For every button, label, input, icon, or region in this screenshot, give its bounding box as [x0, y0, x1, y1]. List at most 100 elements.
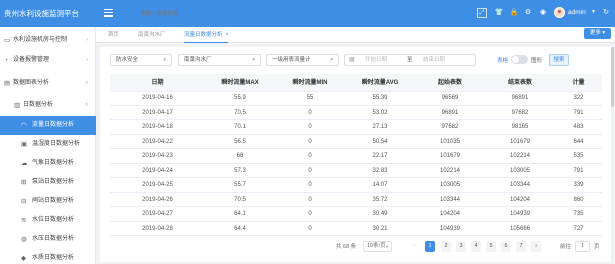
sidebar-item-label: 气象日数据分析 — [32, 160, 75, 166]
page-button[interactable]: 4 — [471, 241, 481, 252]
table-row[interactable]: 2019-04-24 57.3 0 32.83 102214 103005 791 — [110, 165, 602, 178]
avatar[interactable] — [554, 7, 565, 18]
monitor-icon: ▭ — [4, 37, 11, 44]
sidebar-item-alarm[interactable]: ◔ 设备报警管理 › — [0, 51, 96, 70]
table-row[interactable]: 2019-04-26 70.5 0 35.72 103344 104204 860 — [110, 194, 602, 207]
table-cell: 96891 — [511, 95, 529, 101]
chart-mode-label[interactable]: 图形 — [531, 56, 542, 64]
column-header: 起始表数 — [437, 80, 462, 86]
chevron-down-icon[interactable]: ▼ — [591, 9, 596, 15]
column-header: 瞬时流量AVG — [361, 80, 399, 86]
table-cell: 0 — [308, 153, 312, 159]
table-cell: 30.49 — [372, 211, 388, 217]
sidebar-item-label: 水质日数据分析 — [32, 255, 75, 261]
date-range-picker[interactable]: ▦ 开始日期 至 结束日期 — [344, 54, 476, 66]
table-row[interactable]: 2019-04-28 64.4 0 30.21 104939 105666 727 — [110, 223, 602, 236]
table-cell: 2019-04-28 — [142, 225, 173, 232]
table-cell: 97682 — [511, 109, 529, 116]
plant-value: 南黄沟水厂 — [184, 57, 212, 63]
prev-page-button[interactable]: ‹ — [409, 241, 419, 252]
category-select[interactable]: 防水安全 ▼ — [110, 54, 172, 66]
tab-flow-daily[interactable]: 流量日数据分析 × — [184, 27, 229, 43]
date-start[interactable]: 开始日期 — [365, 55, 387, 65]
table-mode-label[interactable]: 表格 — [497, 56, 508, 64]
sidebar-item-data-analysis[interactable]: ▤ 数据图表分析 ˄ — [0, 74, 96, 93]
user-name[interactable]: admin — [568, 9, 586, 16]
table-row[interactable]: 2019-04-18 70.1 0 27.13 97682 98165 483 — [110, 121, 602, 135]
scrollbar[interactable] — [611, 47, 614, 107]
sidebar-item-gate-daily[interactable]: ⊟ 闸站日数据分析 — [0, 192, 96, 211]
table-row[interactable]: 2019-04-25 55.7 0 14.07 103005 103344 339 — [110, 179, 602, 193]
table-cell: 50.54 — [372, 138, 388, 145]
more-button[interactable]: 更多 ▾ — [584, 28, 611, 39]
table-cell: 55.39 — [372, 95, 388, 101]
sidebar-item-label: 水压日数据分析 — [32, 236, 75, 242]
page-button[interactable]: 1 — [425, 241, 435, 252]
sidebar-item-label: 闸站日数据分析 — [32, 198, 75, 204]
sidebar-item-flow-daily[interactable]: ◠ 流量日数据分析 — [0, 116, 96, 135]
sidebar-item-water-level-daily[interactable]: ≋ 水位日数据分析 — [0, 211, 96, 230]
goto-page-input[interactable]: 1 — [575, 241, 590, 252]
table-cell: 35.72 — [372, 196, 388, 203]
sidebar-item-label: 泵站日数据分析 — [32, 179, 75, 185]
gear-icon[interactable]: ⚙ — [523, 8, 533, 18]
table-cell: 57.3 — [234, 167, 246, 174]
total-count: 共 68 条 — [336, 244, 357, 250]
sidebar-item-facility-control[interactable]: ▭ 水利设施机房与控制 › — [0, 31, 96, 50]
close-icon[interactable]: × — [226, 32, 229, 38]
page-size-select[interactable]: 10条/页 ▼ — [363, 241, 392, 252]
view-toggle[interactable] — [511, 55, 528, 64]
sidebar-item-water-quality-daily[interactable]: ◆ 水质日数据分析 — [0, 249, 96, 264]
sidebar-item-daily-analysis[interactable]: ▥ 日数据分析 ˄ — [0, 96, 96, 115]
page-button[interactable]: 2 — [441, 241, 451, 252]
table-cell: 105666 — [509, 225, 531, 232]
refresh-icon[interactable]: ↻ — [601, 8, 611, 18]
hamburger-icon[interactable] — [104, 7, 113, 19]
table-cell: 98165 — [511, 124, 529, 130]
chevron-down-icon: ▼ — [329, 57, 334, 62]
content-panel: 防水安全 ▼ 南黄沟水厂 ▼ 一级用表流量计 ▼ ▦ 开始日期 至 结束日期 表… — [100, 47, 611, 262]
plant-select[interactable]: 南黄沟水厂 ▼ — [178, 54, 261, 66]
table-cell: 0 — [308, 225, 312, 232]
sidebar-item-water-pressure-daily[interactable]: ◍ 水压日数据分析 — [0, 230, 96, 249]
table-cell: 30.21 — [372, 225, 388, 232]
page-button[interactable]: 7 — [516, 241, 526, 252]
table-row[interactable]: 2019-04-16 55.9 55 55.39 96569 96891 322 — [110, 92, 602, 106]
column-header: 计量 — [572, 80, 585, 86]
page-button[interactable]: 5 — [486, 241, 496, 252]
table-cell: 22.17 — [372, 153, 388, 159]
sidebar-item-pump-daily[interactable]: ⊞ 泵站日数据分析 — [0, 173, 96, 192]
sidebar-item-temp-humidity-daily[interactable]: ▣ 温湿度日数据分析 — [0, 135, 96, 154]
table-cell: 2019-04-25 — [142, 182, 173, 188]
calendar-icon: ▦ — [349, 57, 355, 63]
search-button[interactable]: 搜索 — [549, 54, 569, 66]
table-cell: 2019-04-18 — [142, 124, 173, 130]
tab-home[interactable]: 首页 — [108, 27, 119, 43]
table-row[interactable]: 2019-04-17 70.5 0 53.02 96891 97682 791 — [110, 107, 602, 120]
tab-plant[interactable]: 南黄沟水厂 — [138, 27, 166, 43]
eye-icon[interactable]: ◉ — [538, 8, 548, 18]
table-cell: 2019-04-23 — [142, 153, 173, 159]
table-row[interactable]: 2019-04-27 64.1 0 30.49 104204 104939 735 — [110, 208, 602, 222]
page-button[interactable]: 6 — [501, 241, 511, 252]
next-page-button[interactable]: › — [531, 241, 541, 252]
bar-chart-icon: ▥ — [14, 102, 21, 109]
category-value: 防水安全 — [116, 57, 139, 63]
sidebar-item-weather-daily[interactable]: ☁ 气象日数据分析 — [0, 154, 96, 173]
meter-select[interactable]: 一级用表流量计 ▼ — [266, 54, 339, 66]
search-input[interactable] — [140, 9, 260, 19]
table-row[interactable]: 2019-04-22 56.5 0 50.54 101035 101679 644 — [110, 136, 602, 149]
sidebar-item-label: 水利设施机房与控制 — [13, 37, 68, 43]
table-cell: 101679 — [509, 138, 531, 145]
date-end[interactable]: 结束日期 — [423, 55, 445, 65]
tshirt-icon[interactable]: 👕 — [494, 8, 504, 18]
meter-value: 一级用表流量计 — [272, 57, 311, 63]
table-cell: 0 — [308, 182, 312, 188]
tab-label: 首页 — [108, 32, 120, 38]
table-row[interactable]: 2019-04-23 68 0 22.17 101679 102214 535 — [110, 150, 602, 164]
chevron-right-icon: › — [86, 57, 88, 63]
page-button[interactable]: 3 — [456, 241, 466, 252]
table-cell: 103344 — [509, 182, 531, 188]
lock-icon[interactable]: 🔒 — [509, 8, 519, 18]
fullscreen-icon[interactable]: ⤢ — [477, 8, 487, 18]
